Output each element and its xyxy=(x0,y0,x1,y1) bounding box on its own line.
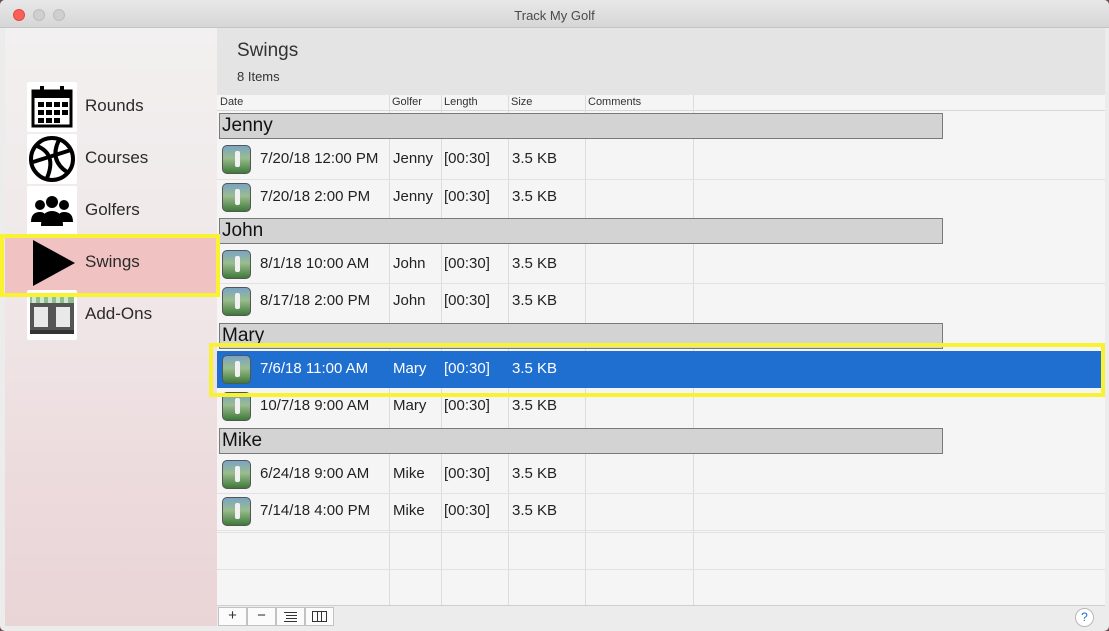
swings-table[interactable]: Date Golfer Length Size Comments Jenny 7… xyxy=(217,95,1105,605)
cell-length: [00:30] xyxy=(444,465,490,482)
sidebar-item-add-ons[interactable]: Add-Ons xyxy=(25,290,215,340)
table-row[interactable]: 7/14/18 4:00 PM Mike [00:30] 3.5 KB xyxy=(217,493,1105,530)
column-header-golfer[interactable]: Golfer xyxy=(392,96,422,108)
cell-size: 3.5 KB xyxy=(512,292,558,309)
item-count: 8 Items xyxy=(237,69,280,84)
cell-date: 10/7/18 9:00 AM xyxy=(260,397,370,414)
sidebar: Rounds Courses Golfers Swings Add-Ons xyxy=(5,28,217,626)
table-row-selected[interactable]: 7/6/18 11:00 AM Mary [00:30] 3.5 KB xyxy=(217,351,1105,388)
swing-thumbnail xyxy=(222,145,251,174)
sidebar-item-label: Golfers xyxy=(85,200,140,219)
cell-length: [00:30] xyxy=(444,360,490,377)
list-view-icon xyxy=(284,612,297,622)
cell-size: 3.5 KB xyxy=(512,397,558,414)
cell-golfer: Mike xyxy=(393,465,425,482)
cell-date: 7/14/18 4:00 PM xyxy=(260,502,371,519)
swing-thumbnail xyxy=(222,392,251,421)
table-row[interactable]: 8/1/18 10:00 AM John [00:30] 3.5 KB xyxy=(217,246,1105,283)
group-header-jenny: Jenny xyxy=(219,113,943,139)
row-divider xyxy=(217,530,1105,531)
sidebar-item-label: Courses xyxy=(85,148,149,167)
column-header-size[interactable]: Size xyxy=(511,96,532,108)
column-header-date[interactable]: Date xyxy=(220,96,243,108)
cell-date: 7/20/18 12:00 PM xyxy=(260,150,379,167)
cell-length: [00:30] xyxy=(444,397,490,414)
column-view-button[interactable] xyxy=(305,607,334,626)
cell-length: [00:30] xyxy=(444,150,490,167)
help-button[interactable]: ? xyxy=(1075,608,1094,627)
table-row[interactable]: 7/20/18 2:00 PM Jenny [00:30] 3.5 KB xyxy=(217,179,1105,216)
table-row[interactable]: 8/17/18 2:00 PM John [00:30] 3.5 KB xyxy=(217,283,1105,320)
swing-thumbnail xyxy=(222,497,251,526)
title-bar[interactable]: Track My Golf xyxy=(0,0,1109,28)
row-divider xyxy=(217,569,1105,570)
sidebar-item-label: Rounds xyxy=(85,96,144,115)
cell-size: 3.5 KB xyxy=(512,150,558,167)
sidebar-item-golfers[interactable]: Golfers xyxy=(25,186,215,236)
cell-date: 6/24/18 9:00 AM xyxy=(260,465,370,482)
table-row[interactable]: 6/24/18 9:00 AM Mike [00:30] 3.5 KB xyxy=(217,456,1105,493)
cell-length: [00:30] xyxy=(444,255,490,272)
cell-golfer: Mary xyxy=(393,360,427,377)
cell-size: 3.5 KB xyxy=(512,502,558,519)
list-view-button[interactable] xyxy=(276,607,305,626)
sidebar-item-label: Swings xyxy=(85,252,140,271)
cell-length: [00:30] xyxy=(444,502,490,519)
cell-size: 3.5 KB xyxy=(512,360,558,377)
cell-size: 3.5 KB xyxy=(512,255,558,272)
cell-date: 7/6/18 11:00 AM xyxy=(260,360,369,377)
cell-golfer: John xyxy=(393,255,426,272)
cell-date: 8/1/18 10:00 AM xyxy=(260,255,370,272)
swing-thumbnail xyxy=(222,460,251,489)
cell-size: 3.5 KB xyxy=(512,465,558,482)
row-divider xyxy=(217,532,1105,533)
cell-golfer: Jenny xyxy=(393,150,434,167)
add-swing-button[interactable]: + xyxy=(218,607,247,626)
swing-thumbnail xyxy=(222,287,251,316)
globe-icon xyxy=(27,134,77,184)
group-header-john: John xyxy=(219,218,943,244)
window-title: Track My Golf xyxy=(514,8,595,23)
column-header-comments[interactable]: Comments xyxy=(588,96,641,108)
page-title: Swings xyxy=(237,40,299,61)
cell-golfer: John xyxy=(393,292,426,309)
people-icon xyxy=(27,186,77,236)
sidebar-item-rounds[interactable]: Rounds xyxy=(25,82,215,132)
remove-swing-button[interactable]: − xyxy=(247,607,276,626)
swing-thumbnail xyxy=(222,355,251,384)
cell-golfer: Mary xyxy=(393,397,427,414)
column-view-icon xyxy=(312,611,327,622)
group-header-mike: Mike xyxy=(219,428,943,454)
play-icon xyxy=(27,238,77,288)
table-header: Date Golfer Length Size Comments xyxy=(217,95,1105,111)
calendar-icon xyxy=(27,82,77,132)
cell-size: 3.5 KB xyxy=(512,188,558,205)
cell-length: [00:30] xyxy=(444,188,490,205)
swing-thumbnail xyxy=(222,250,251,279)
column-header-length[interactable]: Length xyxy=(444,96,478,108)
sidebar-item-courses[interactable]: Courses xyxy=(25,134,215,184)
table-row[interactable]: 7/20/18 12:00 PM Jenny [00:30] 3.5 KB xyxy=(217,141,1105,178)
main-content: Swings 8 Items Date Golfer Length Size C… xyxy=(217,28,1105,627)
cell-length: [00:30] xyxy=(444,292,490,309)
cell-date: 8/17/18 2:00 PM xyxy=(260,292,371,309)
table-row[interactable]: 10/7/18 9:00 AM Mary [00:30] 3.5 KB xyxy=(217,388,1105,425)
cell-golfer: Jenny xyxy=(393,188,434,205)
sidebar-item-swings[interactable]: Swings xyxy=(25,238,215,288)
swing-thumbnail xyxy=(222,183,251,212)
bottom-toolbar: + − ? xyxy=(217,605,1105,627)
cell-golfer: Mike xyxy=(393,502,425,519)
storefront-icon xyxy=(27,290,77,340)
app-window: Track My Golf Rounds Courses Golfers Swi… xyxy=(0,0,1109,631)
group-header-mary: Mary xyxy=(219,323,943,349)
sidebar-item-label: Add-Ons xyxy=(85,304,153,323)
cell-date: 7/20/18 2:00 PM xyxy=(260,188,371,205)
